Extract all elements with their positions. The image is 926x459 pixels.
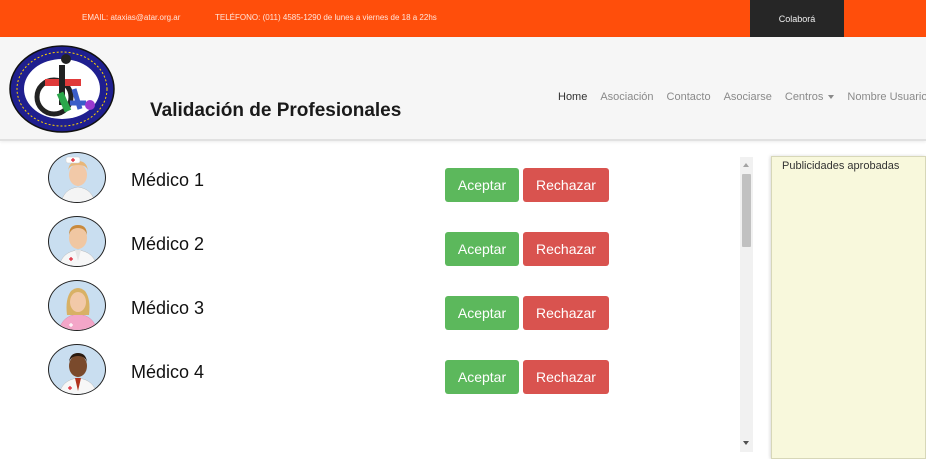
nav-asociarse[interactable]: Asociarse [724,91,772,103]
top-bar: EMAIL: ataxias@atar.org.ar TELÉFONO: (01… [0,0,926,37]
female-doctor-avatar [48,280,106,331]
reject-button[interactable]: Rechazar [523,168,609,202]
nav-contacto[interactable]: Contacto [667,91,711,103]
nav-asociacion[interactable]: Asociación [600,91,653,103]
nav-centros-label: Centros [784,91,824,103]
doctor-name: Médico 1 [131,170,205,190]
accept-button[interactable]: Aceptar [445,232,519,266]
male-doctor-dark-avatar [48,344,106,395]
list-item: Médico 4 Aceptar Rechazar [0,344,740,400]
accept-button[interactable]: Aceptar [445,168,519,202]
scroll-down-icon[interactable] [743,441,749,445]
contact-email: EMAIL: ataxias@atar.org.ar [82,13,181,22]
list-item: Médico 2 Aceptar Rechazar [0,216,740,272]
contact-phone: TELÉFONO: (011) 4585-1290 de lunes a vie… [215,13,437,22]
logo-icon [9,45,115,133]
scroll-up-icon[interactable] [743,163,749,167]
reject-button[interactable]: Rechazar [523,232,609,266]
reject-button[interactable]: Rechazar [523,360,609,394]
list-scrollbar[interactable] [740,157,753,452]
reject-button[interactable]: Rechazar [523,296,609,330]
accept-button[interactable]: Aceptar [445,360,519,394]
nav-home[interactable]: Home [558,91,587,103]
page-title: Validación de Profesionales [150,100,402,121]
list-item: Médico 1 Aceptar Rechazar [0,152,740,208]
doctor-name: Médico 3 [131,298,205,318]
chevron-down-icon [828,95,835,100]
atar-logo[interactable] [8,45,116,133]
doctor-name: Médico 2 [131,234,205,254]
doctor-name: Médico 4 [131,362,205,382]
female-nurse-avatar [48,152,106,203]
professionals-list: Médico 1 Aceptar Rechazar Médico 2 Acept… [0,143,740,459]
accept-button[interactable]: Aceptar [445,296,519,330]
list-item: Médico 3 Aceptar Rechazar [0,280,740,336]
male-doctor-avatar [48,216,106,267]
nav-centros-dropdown[interactable]: Centros [785,91,835,103]
main-nav: Home Asociación Contacto Asociarse Centr… [558,91,926,103]
nav-user[interactable]: Nombre Usuario [847,91,926,103]
colabora-button[interactable]: Colaborá [750,0,844,37]
approved-ads-panel: Publicidades aprobadas [771,156,926,459]
ads-title: Publicidades aprobadas [782,160,900,172]
scroll-thumb[interactable] [742,174,751,247]
site-header: Validación de Profesionales Home Asociac… [0,37,926,141]
